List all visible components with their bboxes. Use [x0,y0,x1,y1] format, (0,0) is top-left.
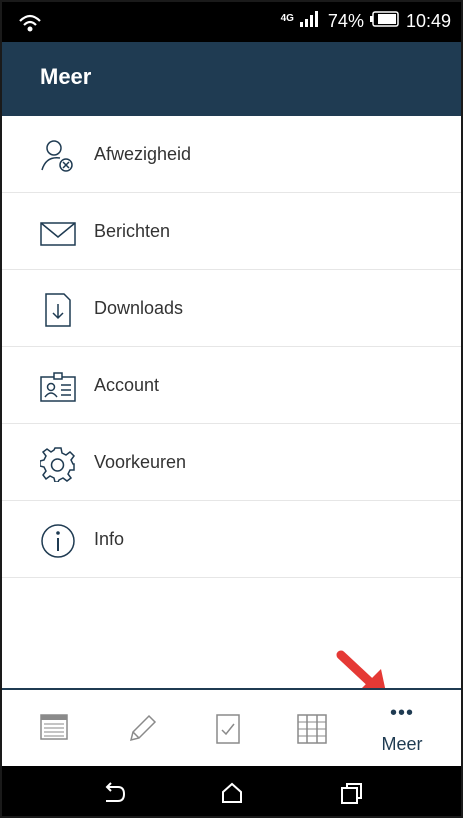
menu-item-voorkeuren[interactable]: Voorkeuren [2,424,461,501]
app-frame: 4G 74% 10:49 Meer Afwezigheid Berichten … [0,0,463,818]
menu-item-label: Berichten [94,221,171,241]
status-bar: 4G 74% 10:49 [2,2,461,42]
grid-icon [297,714,327,744]
app-bar: Meer [2,42,461,116]
page-title: Meer [40,64,92,89]
home-icon[interactable] [220,781,244,805]
back-icon[interactable] [102,781,126,805]
wifi-icon [18,11,42,38]
pencil-icon [129,714,157,742]
recents-icon[interactable] [340,781,364,805]
id-card-icon [40,369,76,405]
menu-list: Afwezigheid Berichten Downloads Account … [2,116,461,578]
menu-item-afwezigheid[interactable]: Afwezigheid [2,116,461,193]
envelope-icon [40,215,76,251]
signal-icon [299,11,322,32]
menu-item-label: Info [94,529,125,549]
menu-item-berichten[interactable]: Berichten [2,193,461,270]
download-icon [40,292,76,328]
menu-item-label: Downloads [94,298,184,318]
tab-schedule[interactable] [272,690,352,768]
info-icon [40,523,76,559]
tab-notes[interactable] [102,690,182,768]
checklist-icon [216,714,240,744]
menu-item-info[interactable]: Info [2,501,461,578]
menu-item-label: Account [94,375,160,395]
menu-item-label: Voorkeuren [94,452,187,472]
clock: 10:49 [405,11,451,31]
more-icon: ••• [389,702,414,724]
person-x-icon [40,138,76,174]
calendar-icon [40,714,68,740]
tab-tasks[interactable] [188,690,268,768]
menu-item-account[interactable]: Account [2,347,461,424]
bottom-tab-bar: ••• Meer [2,688,461,766]
tab-calendar[interactable] [14,690,94,768]
network-indicator: 4G [280,12,294,24]
menu-item-downloads[interactable]: Downloads [2,270,461,347]
gear-icon [39,446,76,483]
battery-icon [369,11,400,32]
menu-item-label: Afwezigheid [94,144,192,164]
tab-meer-label: Meer [381,734,423,754]
tab-meer[interactable]: ••• Meer [362,690,442,768]
system-navigation-bar [2,766,461,816]
battery-percentage: 74% [327,11,364,31]
